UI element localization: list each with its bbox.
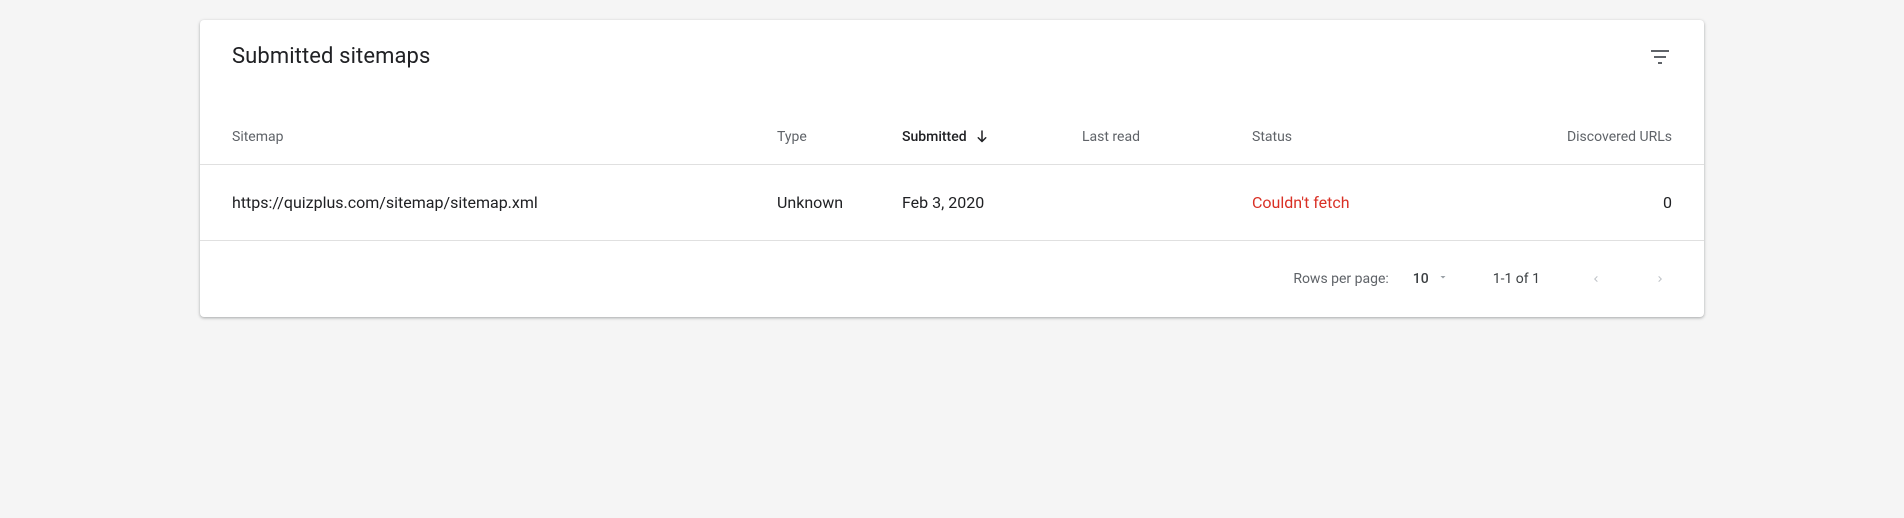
rows-per-page-value: 10 bbox=[1413, 271, 1429, 287]
page-nav bbox=[1584, 267, 1672, 291]
table-header-row: Sitemap Type Submitted Last read Status … bbox=[200, 109, 1704, 165]
status-error-text: Couldn't fetch bbox=[1252, 193, 1350, 212]
table-footer: Rows per page: 10 1-1 of 1 bbox=[200, 241, 1704, 317]
sort-descending-icon bbox=[973, 128, 991, 146]
column-sitemap[interactable]: Sitemap bbox=[232, 129, 777, 145]
cell-discovered: 0 bbox=[1462, 193, 1672, 212]
table-row[interactable]: https://quizplus.com/sitemap/sitemap.xml… bbox=[200, 165, 1704, 241]
card-title: Submitted sitemaps bbox=[232, 44, 430, 69]
card-header: Submitted sitemaps bbox=[200, 20, 1704, 109]
prev-page-button[interactable] bbox=[1584, 267, 1608, 291]
column-discovered[interactable]: Discovered URLs bbox=[1462, 129, 1672, 145]
rows-per-page-select[interactable]: 10 bbox=[1413, 271, 1449, 287]
sitemaps-table: Sitemap Type Submitted Last read Status … bbox=[200, 109, 1704, 317]
dropdown-icon bbox=[1437, 271, 1449, 287]
column-status[interactable]: Status bbox=[1252, 129, 1462, 145]
column-submitted[interactable]: Submitted bbox=[902, 128, 1082, 146]
filter-icon[interactable] bbox=[1648, 45, 1672, 69]
rows-per-page-label: Rows per page: bbox=[1293, 271, 1388, 287]
column-type[interactable]: Type bbox=[777, 129, 902, 145]
cell-type: Unknown bbox=[777, 193, 902, 212]
column-lastread[interactable]: Last read bbox=[1082, 129, 1252, 145]
cell-submitted: Feb 3, 2020 bbox=[902, 193, 1082, 212]
sitemaps-card: Submitted sitemaps Sitemap Type Submitte… bbox=[200, 20, 1704, 317]
cell-sitemap-url: https://quizplus.com/sitemap/sitemap.xml bbox=[232, 193, 777, 212]
cell-status: Couldn't fetch bbox=[1252, 193, 1462, 212]
page-range: 1-1 of 1 bbox=[1493, 271, 1540, 287]
column-submitted-label: Submitted bbox=[902, 129, 967, 145]
next-page-button[interactable] bbox=[1648, 267, 1672, 291]
